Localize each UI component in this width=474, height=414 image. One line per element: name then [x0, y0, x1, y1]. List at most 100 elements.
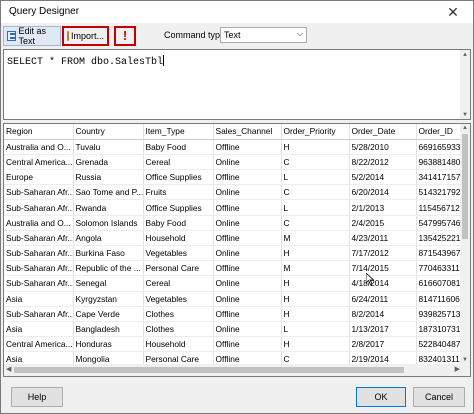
column-header[interactable]: Order_Date: [349, 124, 417, 140]
table-cell: 770463311: [416, 260, 463, 277]
table-cell: Sub-Saharan Afr...: [4, 306, 74, 322]
table-cell: 8/2/2014: [349, 306, 417, 322]
run-query-button[interactable]: !: [114, 26, 136, 46]
table-cell: Baby Food: [143, 139, 214, 155]
column-header[interactable]: Item_Type: [143, 124, 214, 140]
table-cell: 187310731: [416, 321, 463, 338]
table-cell: Office Supplies: [143, 169, 214, 186]
table-cell: L: [281, 169, 350, 186]
table-cell: Household: [143, 336, 214, 353]
table-cell: H: [281, 275, 350, 292]
table-row[interactable]: Sub-Saharan Afr...SenegalCerealOnlineH4/…: [4, 275, 463, 292]
column-header[interactable]: Region: [4, 124, 74, 140]
column-header[interactable]: Country: [73, 124, 144, 140]
table-row[interactable]: Sub-Saharan Afr... Republic of the ... Per…: [4, 260, 463, 277]
ok-button[interactable]: OK: [356, 387, 406, 407]
table-cell: Sub-Saharan Afr...: [4, 260, 74, 277]
table-row[interactable]: Sub-Saharan Afr... Cape Verde Clothes Offli…: [4, 306, 463, 322]
table-cell: Kyrgyzstan: [73, 291, 144, 307]
table-row[interactable]: Australia and O... Tuvalu Baby Food Offline…: [4, 139, 463, 155]
table-cell: Offline: [213, 199, 282, 216]
table-cell: Sub-Saharan Afr...: [4, 184, 74, 201]
table-cell: Sub-Saharan Afr...: [4, 275, 74, 292]
table-cell: 2/1/2013: [349, 199, 417, 216]
grid-vertical-scrollbar[interactable]: ▲ ▼: [460, 124, 470, 364]
table-cell: L: [281, 321, 350, 338]
vertical-scroll-thumb[interactable]: [462, 134, 468, 239]
table-cell: Asia: [4, 291, 74, 307]
table-cell: Online: [213, 275, 282, 292]
table-row[interactable]: Sub-Saharan Afr... Sao Tome and P... Fruit…: [4, 184, 463, 201]
table-cell: C: [281, 215, 350, 231]
table-cell: 669165933: [416, 139, 463, 155]
table-cell: M: [281, 260, 350, 277]
cancel-button[interactable]: Cancel: [413, 387, 465, 407]
table-cell: Australia and O...: [4, 215, 74, 231]
horizontal-scroll-thumb[interactable]: [14, 367, 404, 373]
table-row[interactable]: Asia Bangladesh Clothes Online L 1/13/2017 187…: [4, 321, 463, 338]
import-button[interactable]: Import...: [62, 26, 109, 46]
query-designer-window: Query Designer ✕ Edit as Text Import... …: [0, 0, 474, 414]
scrollbar-corner: [460, 364, 470, 376]
table-cell: 2/8/2017: [349, 336, 417, 353]
help-button[interactable]: Help: [11, 387, 63, 407]
table-cell: Vegetables: [143, 291, 214, 307]
table-cell: Cape Verde: [73, 306, 144, 322]
table-cell: C: [281, 184, 350, 201]
query-text-area[interactable]: SELECT * FROM dbo.SalesTbl ▲ ▼: [3, 49, 471, 120]
table-cell: 4/18/2014: [349, 275, 417, 292]
close-icon[interactable]: ✕: [443, 3, 463, 21]
column-header[interactable]: Order_ID: [416, 124, 463, 140]
scroll-down-icon[interactable]: ▼: [460, 357, 470, 363]
table-cell: 7/14/2015: [349, 260, 417, 277]
chevron-down-icon: ⌵: [296, 29, 303, 38]
table-cell: 135425221: [416, 230, 463, 247]
table-cell: 547995746: [416, 215, 463, 231]
table-cell: Grenada: [73, 154, 144, 171]
table-cell: M: [281, 230, 350, 247]
table-cell: Online: [213, 321, 282, 338]
edit-as-text-button[interactable]: Edit as Text: [3, 26, 61, 46]
table-row[interactable]: Australia and O... Solomon Islands Baby Fo…: [4, 215, 463, 231]
grid-horizontal-scrollbar[interactable]: ◀ ▶: [4, 364, 462, 376]
table-cell: H: [281, 306, 350, 322]
table-cell: 963881480: [416, 154, 463, 171]
table-cell: 514321792: [416, 184, 463, 201]
scroll-left-icon[interactable]: ◀: [6, 365, 11, 373]
table-row[interactable]: Sub-Saharan Afr... Angola Household Offline…: [4, 230, 463, 247]
command-type-select[interactable]: Text ⌵: [220, 27, 307, 43]
toolbar: Edit as Text Import... ! Command type: T…: [1, 24, 473, 46]
table-cell: 522840487: [416, 336, 463, 353]
table-cell: 7/17/2012: [349, 245, 417, 262]
table-cell: 5/28/2010: [349, 139, 417, 155]
query-text: SELECT * FROM dbo.SalesTbl: [7, 57, 164, 68]
table-cell: Sub-Saharan Afr...: [4, 230, 74, 247]
table-row[interactable]: Sub-Saharan Afr... Burkina Faso Vegetables…: [4, 245, 463, 262]
table-cell: Online: [213, 154, 282, 171]
column-header[interactable]: Order_Priority: [281, 124, 350, 140]
table-row[interactable]: Central America... Honduras Household Offli…: [4, 336, 463, 353]
table-cell: Office Supplies: [143, 199, 214, 216]
table-cell: Clothes: [143, 321, 214, 338]
table-cell: Online: [213, 184, 282, 201]
table-cell: Republic of the ...: [73, 260, 144, 277]
table-cell: Vegetables: [143, 245, 214, 262]
table-row[interactable]: Europe Russia Office Supplies Offline L 5/2/2…: [4, 169, 463, 186]
grid-body: Australia and O... Tuvalu Baby Food Offline…: [4, 139, 463, 376]
table-cell: 939825713: [416, 306, 463, 322]
table-cell: 616607081: [416, 275, 463, 292]
results-grid[interactable]: Region Country Item_Type Sales_Channel Order…: [3, 123, 471, 377]
scroll-up-icon[interactable]: ▲: [460, 125, 470, 131]
table-cell: Rwanda: [73, 199, 144, 216]
scroll-down-icon[interactable]: ▼: [460, 111, 470, 118]
column-header[interactable]: Sales_Channel: [213, 124, 282, 140]
table-row[interactable]: Sub-Saharan Afr... Rwanda Office Supplies O…: [4, 199, 463, 216]
scroll-up-icon[interactable]: ▲: [460, 51, 470, 58]
table-cell: Clothes: [143, 306, 214, 322]
query-vertical-scrollbar[interactable]: ▲ ▼: [460, 50, 470, 119]
table-row[interactable]: Central America... Grenada Cereal Online C 8/…: [4, 154, 463, 171]
edit-text-icon: [7, 31, 17, 41]
table-row[interactable]: Asia Kyrgyzstan Vegetables Online H 6/24/2011…: [4, 291, 463, 307]
table-cell: Offline: [213, 139, 282, 155]
command-type-label: Command type:: [164, 30, 228, 40]
